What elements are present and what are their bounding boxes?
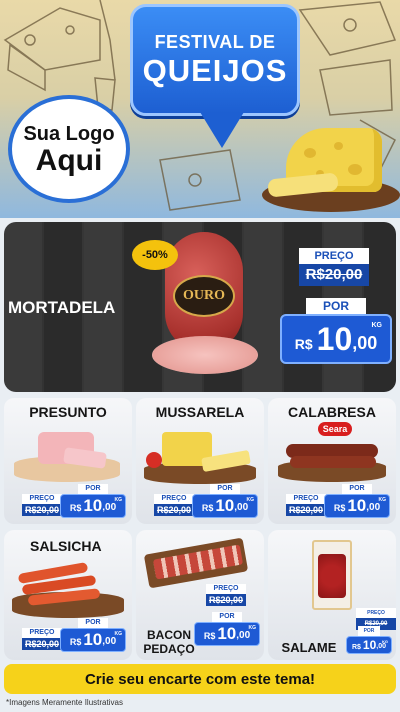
featured-product-name: MORTADELA [8,298,116,317]
new-price-tag: POR R$ 10 ,00 KG [324,484,390,518]
product-card-mussarela[interactable]: MUSSARELA PREÇO R$20,00 POR R$ 10 ,00 KG [136,398,264,524]
old-price: R$20,00 [299,264,369,286]
old-price-tag: PREÇO R$20,00 [206,584,246,606]
product-card-bacon[interactable]: PREÇO R$20,00 POR R$ 10 ,00 KG BACON PED… [136,530,264,660]
logo-line-1: Sua Logo [23,122,115,145]
por-label: POR [306,298,366,314]
mortadela-slices-image [152,336,258,374]
header-banner: FESTIVAL DE QUEIJOS Sua Logo Aqui [0,0,400,218]
tomato-image [146,452,162,468]
new-price-tag: POR R$ 10 ,00 KG [60,484,126,518]
product-card-salsicha[interactable]: SALSICHA PREÇO R$20,00 POR R$ 10 ,00 KG [4,530,132,660]
new-price-tag: POR R$ 10 ,00 KG [60,618,126,652]
product-name: CALABRESA [288,404,376,420]
unit-label: KG [371,322,383,329]
new-price-tag: POR R$ 10 ,00 KG [346,626,392,654]
preco-label: PREÇO [299,248,369,264]
new-price-tag: POR R$ 10 ,00 KG [194,612,260,646]
brand-logo: Seara [318,422,352,436]
disclaimer-text: *Imagens Meramente Ilustrativas [6,698,123,707]
product-name: SALAME [281,640,337,655]
price-box: R$ 10 ,00 KG [280,314,392,364]
price-integer: 10 [316,320,353,357]
new-price-tag: POR R$ 10 ,00 KG [280,298,392,364]
old-price-tag: PREÇO R$20,00 [22,494,62,516]
logo-placeholder[interactable]: Sua Logo Aqui [8,95,130,203]
brand-label: OURO [173,275,235,317]
festival-title-bubble: FESTIVAL DE QUEIJOS [130,4,300,116]
old-price-tag: PREÇO R$20,00 [154,494,194,516]
bubble-tail [200,112,244,148]
product-card-presunto[interactable]: PRESUNTO PREÇO R$20,00 POR R$ 10 ,00 KG [4,398,132,524]
price-cents: ,00 [352,332,378,353]
product-name: SALSICHA [30,538,102,554]
title-line-1: FESTIVAL DE [154,31,276,52]
old-price-tag: PREÇO R$20,00 [299,248,369,294]
title-line-2: QUEIJOS [142,52,288,88]
discount-badge: -50% [132,240,178,270]
logo-line-2: Aqui [35,143,103,177]
product-name: PRESUNTO [29,404,107,420]
create-flyer-button[interactable]: Crie seu encarte com este tema! [4,664,396,694]
new-price-tag: POR R$ 10 ,00 KG [192,484,258,518]
old-price-tag: PREÇO R$20,00 [22,628,62,650]
product-name: BACON PEDAÇO [143,628,195,656]
old-price-tag: PREÇO R$20,00 [286,494,326,516]
product-card-salame[interactable]: PREÇO R$20,00 POR R$ 10 ,00 KG SALAME [268,530,396,660]
currency: R$ [294,336,313,352]
product-name: MUSSARELA [155,404,245,420]
product-card-calabresa[interactable]: CALABRESA Seara PREÇO R$20,00 POR R$ 10 … [268,398,396,524]
